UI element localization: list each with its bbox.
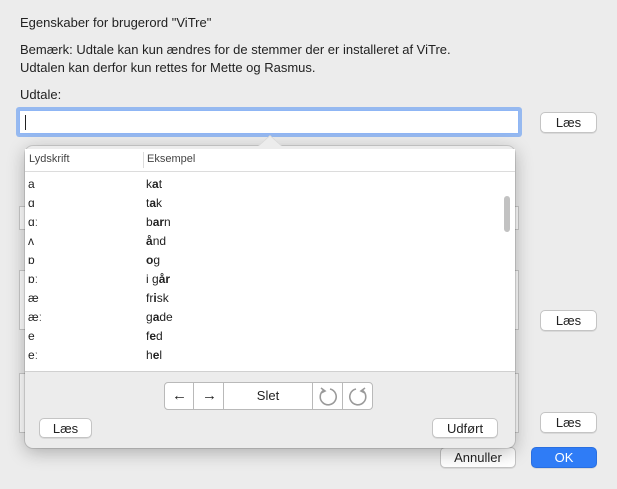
table-row[interactable]: ɑː barn	[25, 213, 495, 232]
text-cursor	[25, 115, 26, 130]
table-row[interactable]: e fed	[25, 327, 495, 346]
example-word: hel	[146, 348, 162, 362]
read-button[interactable]: Læs	[540, 112, 597, 133]
example-highlight: å	[146, 234, 153, 248]
phonetic-symbol: eː	[28, 348, 39, 362]
undo-button[interactable]	[312, 382, 343, 410]
cancel-button[interactable]: Annuller	[440, 447, 516, 468]
phonetic-symbols-popover: Lydskrift Eksempel a kat ɑ tak ɑː barn ʌ ånd ɒ og…	[25, 135, 515, 448]
example-word: gade	[146, 310, 173, 324]
example-highlight: ar	[152, 215, 165, 229]
left-arrow-button[interactable]: ←	[164, 382, 194, 410]
done-button[interactable]: Udført	[432, 418, 498, 438]
undo-icon	[319, 387, 337, 406]
example-prefix: g	[146, 310, 153, 324]
example-suffix: d	[156, 329, 163, 343]
table-row[interactable]: ɑ tak	[25, 194, 495, 213]
table-row[interactable]: eː hel	[25, 346, 495, 365]
example-suffix: sk	[156, 291, 169, 305]
table-row[interactable]: ɒː i går	[25, 270, 495, 289]
pronunciation-label: Udtale:	[20, 87, 62, 102]
column-header-lydskrift[interactable]: Lydskrift	[29, 153, 70, 165]
redo-button[interactable]	[342, 382, 373, 410]
column-separator	[143, 152, 144, 168]
pronunciation-input[interactable]	[19, 110, 519, 134]
phonetic-symbol: e	[28, 329, 35, 343]
ok-button[interactable]: OK	[531, 447, 597, 468]
example-suffix: nd	[152, 234, 167, 248]
example-word: kat	[146, 177, 162, 191]
table-row[interactable]: ɛ ven	[25, 365, 495, 371]
example-word: barn	[146, 215, 171, 229]
example-word: tak	[146, 196, 162, 210]
example-word: i går	[146, 272, 170, 286]
phonetic-symbol: æ	[28, 291, 39, 305]
read-button-2[interactable]: Læs	[540, 310, 597, 331]
note-line-1: Bemærk: Udtale kan kun ændres for de ste…	[20, 42, 451, 57]
table-row[interactable]: a kat	[25, 175, 495, 194]
example-suffix: n	[159, 367, 166, 371]
phonetic-symbol: a	[28, 177, 35, 191]
left-arrow-icon: ←	[172, 387, 187, 404]
example-highlight: år	[158, 272, 171, 286]
scrollbar-thumb[interactable]	[504, 196, 510, 232]
example-prefix: h	[146, 348, 153, 362]
table-row[interactable]: ɒ og	[25, 251, 495, 270]
table-row[interactable]: æː gade	[25, 308, 495, 327]
popover-arrow-fill	[259, 136, 281, 146]
popover-read-button[interactable]: Læs	[39, 418, 92, 438]
phonetic-symbol: æː	[28, 310, 43, 324]
window-title: Egenskaber for brugerord "ViTre"	[20, 15, 212, 30]
phonetic-symbol: ɑː	[28, 215, 39, 229]
example-prefix: b	[146, 215, 153, 229]
example-suffix: k	[156, 196, 163, 210]
table-row[interactable]: ʌ ånd	[25, 232, 495, 251]
example-highlight: a	[152, 177, 159, 191]
phonetic-symbol: ɑ	[28, 196, 35, 210]
example-prefix: i g	[146, 272, 159, 286]
example-suffix: g	[153, 253, 161, 267]
example-word: ven	[146, 367, 166, 371]
phonetic-symbol: ɒː	[28, 272, 39, 286]
delete-button[interactable]: Slet	[223, 382, 313, 410]
example-suffix: de	[159, 310, 173, 324]
example-highlight: e	[152, 367, 159, 371]
phonetic-symbol: ɛ	[28, 367, 34, 371]
right-arrow-button[interactable]: →	[193, 382, 224, 410]
example-word: og	[146, 253, 160, 267]
example-suffix: t	[158, 177, 163, 191]
note-line-2: Udtalen kan derfor kun rettes for Mette …	[20, 60, 316, 75]
column-header-eksempel[interactable]: Eksempel	[147, 153, 195, 165]
phonetic-symbol: ɒ	[28, 253, 35, 267]
table-header: Lydskrift Eksempel	[25, 149, 515, 172]
right-arrow-icon: →	[202, 387, 217, 404]
read-button-3[interactable]: Læs	[540, 412, 597, 433]
example-suffix: l	[159, 348, 163, 362]
phonetic-symbol: ʌ	[28, 234, 34, 248]
redo-icon	[349, 387, 367, 406]
example-suffix: n	[164, 215, 171, 229]
phonetic-table: Lydskrift Eksempel a kat ɑ tak ɑː barn ʌ ånd ɒ og…	[25, 149, 515, 372]
example-word: frisk	[146, 291, 169, 305]
example-word: fed	[146, 329, 163, 343]
table-row[interactable]: æ frisk	[25, 289, 495, 308]
example-word: ånd	[146, 234, 166, 248]
